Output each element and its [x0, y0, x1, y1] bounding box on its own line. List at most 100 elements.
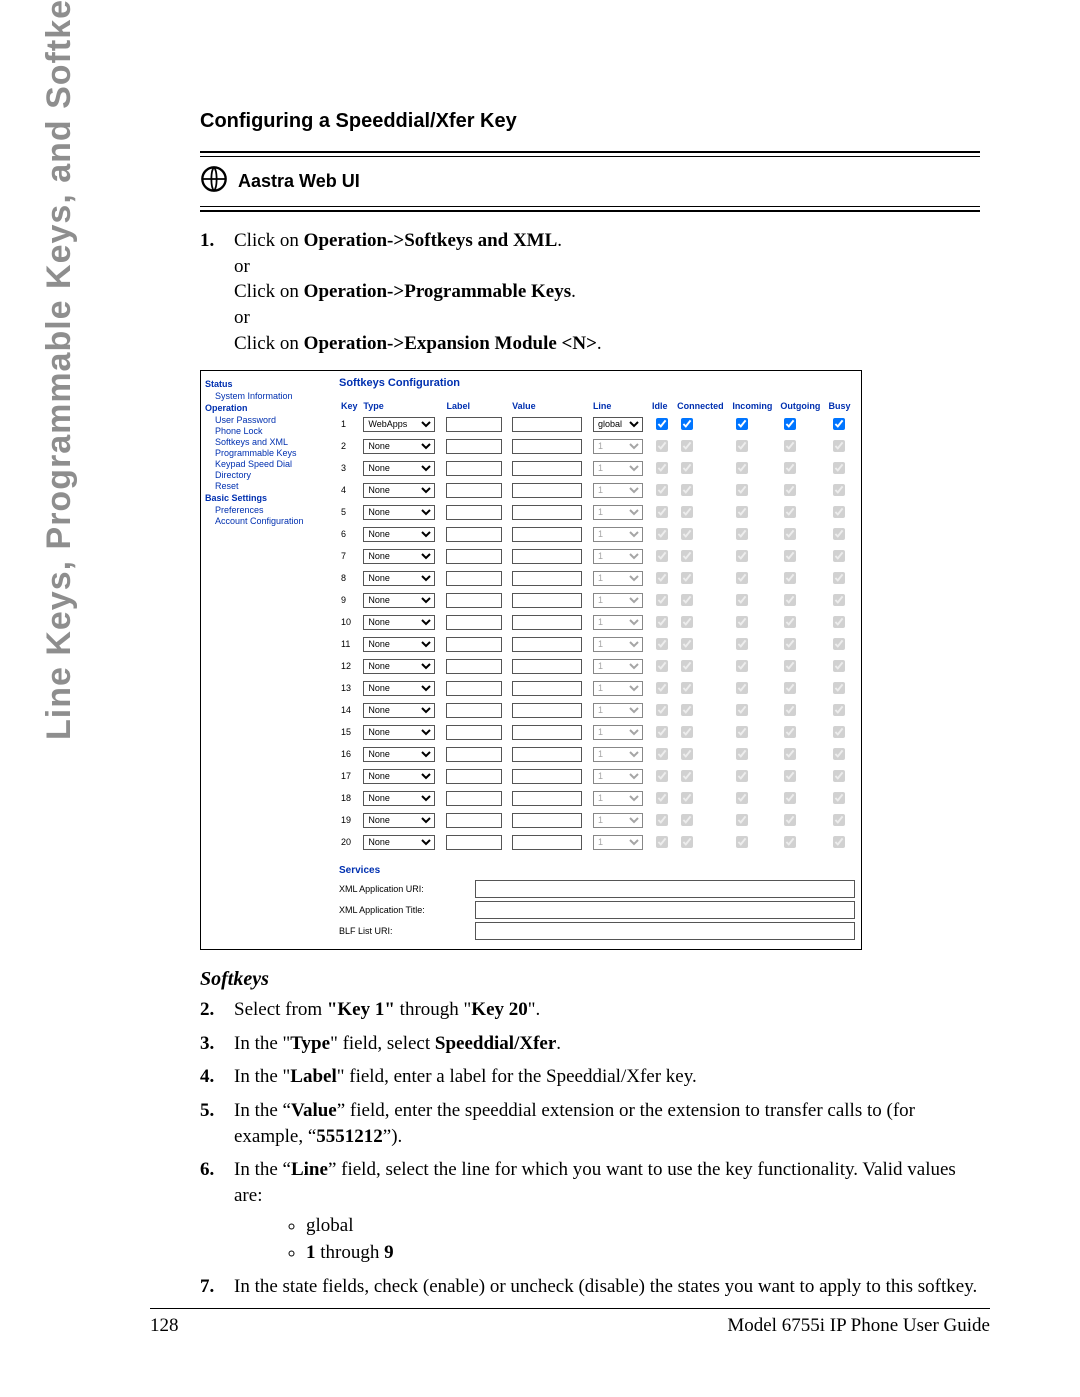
value-input[interactable] [512, 527, 582, 542]
type-select[interactable]: None [363, 681, 435, 696]
label-input[interactable] [446, 835, 502, 850]
outgoing-checkbox[interactable] [784, 616, 796, 628]
line-select[interactable]: 1 [593, 813, 643, 828]
connected-checkbox[interactable] [681, 528, 693, 540]
nav-item[interactable]: User Password [215, 415, 335, 425]
connected-checkbox[interactable] [681, 484, 693, 496]
line-select[interactable]: 1 [593, 659, 643, 674]
outgoing-checkbox[interactable] [784, 770, 796, 782]
label-input[interactable] [446, 615, 502, 630]
type-select[interactable]: None [363, 791, 435, 806]
idle-checkbox[interactable] [656, 484, 668, 496]
value-input[interactable] [512, 725, 582, 740]
incoming-checkbox[interactable] [736, 506, 748, 518]
line-select[interactable]: 1 [593, 637, 643, 652]
outgoing-checkbox[interactable] [784, 726, 796, 738]
label-input[interactable] [446, 703, 502, 718]
idle-checkbox[interactable] [656, 418, 668, 430]
value-input[interactable] [512, 483, 582, 498]
type-select[interactable]: None [363, 615, 435, 630]
outgoing-checkbox[interactable] [784, 748, 796, 760]
idle-checkbox[interactable] [656, 792, 668, 804]
outgoing-checkbox[interactable] [784, 638, 796, 650]
service-input[interactable] [475, 922, 855, 940]
busy-checkbox[interactable] [833, 418, 845, 430]
incoming-checkbox[interactable] [736, 484, 748, 496]
connected-checkbox[interactable] [681, 638, 693, 650]
value-input[interactable] [512, 703, 582, 718]
nav-item[interactable]: Programmable Keys [215, 448, 335, 458]
value-input[interactable] [512, 615, 582, 630]
line-select[interactable]: 1 [593, 505, 643, 520]
connected-checkbox[interactable] [681, 814, 693, 826]
label-input[interactable] [446, 417, 502, 432]
label-input[interactable] [446, 549, 502, 564]
nav-item[interactable]: Keypad Speed Dial [215, 459, 335, 469]
value-input[interactable] [512, 681, 582, 696]
incoming-checkbox[interactable] [736, 770, 748, 782]
busy-checkbox[interactable] [833, 440, 845, 452]
value-input[interactable] [512, 835, 582, 850]
outgoing-checkbox[interactable] [784, 440, 796, 452]
label-input[interactable] [446, 769, 502, 784]
nav-item[interactable]: Preferences [215, 505, 335, 515]
idle-checkbox[interactable] [656, 440, 668, 452]
type-select[interactable]: None [363, 527, 435, 542]
line-select[interactable]: 1 [593, 527, 643, 542]
connected-checkbox[interactable] [681, 704, 693, 716]
value-input[interactable] [512, 571, 582, 586]
connected-checkbox[interactable] [681, 682, 693, 694]
connected-checkbox[interactable] [681, 550, 693, 562]
connected-checkbox[interactable] [681, 748, 693, 760]
outgoing-checkbox[interactable] [784, 484, 796, 496]
busy-checkbox[interactable] [833, 748, 845, 760]
busy-checkbox[interactable] [833, 528, 845, 540]
label-input[interactable] [446, 593, 502, 608]
label-input[interactable] [446, 725, 502, 740]
value-input[interactable] [512, 505, 582, 520]
idle-checkbox[interactable] [656, 594, 668, 606]
service-input[interactable] [475, 901, 855, 919]
label-input[interactable] [446, 637, 502, 652]
value-input[interactable] [512, 417, 582, 432]
outgoing-checkbox[interactable] [784, 682, 796, 694]
line-select[interactable]: 1 [593, 439, 643, 454]
label-input[interactable] [446, 527, 502, 542]
type-select[interactable]: None [363, 483, 435, 498]
type-select[interactable]: None [363, 813, 435, 828]
idle-checkbox[interactable] [656, 462, 668, 474]
incoming-checkbox[interactable] [736, 638, 748, 650]
label-input[interactable] [446, 461, 502, 476]
type-select[interactable]: None [363, 747, 435, 762]
nav-item[interactable]: Softkeys and XML [215, 437, 335, 447]
type-select[interactable]: None [363, 593, 435, 608]
line-select[interactable]: 1 [593, 549, 643, 564]
incoming-checkbox[interactable] [736, 462, 748, 474]
connected-checkbox[interactable] [681, 572, 693, 584]
outgoing-checkbox[interactable] [784, 462, 796, 474]
idle-checkbox[interactable] [656, 572, 668, 584]
busy-checkbox[interactable] [833, 814, 845, 826]
nav-item[interactable]: System Information [215, 391, 335, 401]
line-select[interactable]: 1 [593, 483, 643, 498]
connected-checkbox[interactable] [681, 770, 693, 782]
idle-checkbox[interactable] [656, 770, 668, 782]
incoming-checkbox[interactable] [736, 440, 748, 452]
incoming-checkbox[interactable] [736, 792, 748, 804]
line-select[interactable]: 1 [593, 791, 643, 806]
outgoing-checkbox[interactable] [784, 792, 796, 804]
value-input[interactable] [512, 637, 582, 652]
label-input[interactable] [446, 659, 502, 674]
line-select[interactable]: 1 [593, 835, 643, 850]
connected-checkbox[interactable] [681, 440, 693, 452]
type-select[interactable]: None [363, 725, 435, 740]
connected-checkbox[interactable] [681, 418, 693, 430]
nav-item[interactable]: Directory [215, 470, 335, 480]
outgoing-checkbox[interactable] [784, 550, 796, 562]
connected-checkbox[interactable] [681, 594, 693, 606]
idle-checkbox[interactable] [656, 814, 668, 826]
value-input[interactable] [512, 439, 582, 454]
type-select[interactable]: None [363, 461, 435, 476]
label-input[interactable] [446, 747, 502, 762]
connected-checkbox[interactable] [681, 462, 693, 474]
